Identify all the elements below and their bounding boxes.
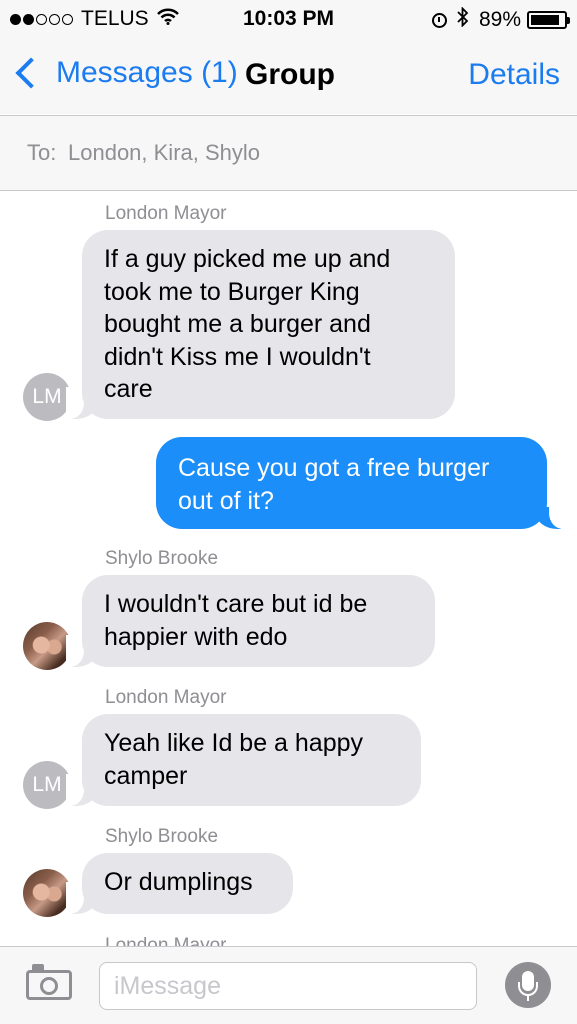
camera-icon[interactable] xyxy=(26,964,72,1000)
message-bubble-outgoing[interactable]: Cause you got a free burger out of it? xyxy=(156,437,547,529)
navigation-bar: Messages (1) Group Details xyxy=(0,38,577,114)
message-line: bought me a burger and xyxy=(104,310,371,338)
message-bubble-incoming[interactable]: Or dumplings xyxy=(82,853,293,914)
back-label: Messages (1) xyxy=(56,56,238,89)
avatar[interactable]: LM xyxy=(23,373,71,421)
avatar-photo[interactable] xyxy=(23,869,71,917)
chevron-left-icon xyxy=(15,57,47,89)
avatar-photo[interactable] xyxy=(23,622,71,670)
battery-icon xyxy=(527,11,570,29)
sender-name: London Mayor xyxy=(105,203,227,224)
message-line: didn't Kiss me I wouldn't xyxy=(104,342,371,371)
recipients-bar[interactable]: To: London, Kira, Shylo xyxy=(0,115,577,191)
avatar[interactable]: LM xyxy=(23,761,71,809)
message-input-bar xyxy=(0,946,577,1024)
sender-name: London Mayor xyxy=(105,935,227,946)
back-button[interactable]: Messages (1) xyxy=(14,56,238,90)
message-line: Or dumplings xyxy=(104,868,253,896)
message-line: I wouldn't care but id be xyxy=(104,590,368,618)
to-label: To: xyxy=(27,140,57,165)
message-bubble-incoming[interactable]: If a guy picked me up and took me to Bur… xyxy=(82,230,455,419)
message-line: care xyxy=(104,375,153,403)
details-button[interactable]: Details xyxy=(468,58,560,92)
message-bubble-incoming[interactable]: Yeah like Id be a happy camper xyxy=(82,714,421,806)
battery-percent: 89% xyxy=(478,8,521,31)
status-bar: TELUS 10:03 PM 89% xyxy=(0,0,577,38)
message-line: If a guy picked me up and xyxy=(104,245,391,273)
alarm-icon xyxy=(431,12,447,28)
message-bubble-incoming[interactable]: I wouldn't care but id be happier with e… xyxy=(82,575,435,667)
page-title: Group xyxy=(245,58,335,91)
mic-stem xyxy=(527,996,529,1001)
message-line: Cause you got a free burger xyxy=(178,454,490,482)
sender-name: London Mayor xyxy=(105,687,227,708)
top-bar: TELUS 10:03 PM 89% Messages (1) Group De… xyxy=(0,0,577,114)
recipient-names: London, Kira, Shylo xyxy=(68,140,261,165)
message-line: Yeah like Id be a happy xyxy=(104,729,364,757)
message-line: took me to Burger King xyxy=(104,277,360,306)
message-line: out of it? xyxy=(178,486,274,515)
microphone-icon[interactable] xyxy=(505,962,551,1008)
message-input[interactable] xyxy=(99,962,477,1010)
sender-name: Shylo Brooke xyxy=(105,826,219,847)
bluetooth-icon xyxy=(457,6,469,33)
status-right: 89% xyxy=(431,6,570,33)
battery-fill xyxy=(531,15,560,25)
sender-name: Shylo Brooke xyxy=(105,548,219,569)
message-line: camper xyxy=(104,761,188,790)
message-line: happier with edo xyxy=(104,622,288,651)
